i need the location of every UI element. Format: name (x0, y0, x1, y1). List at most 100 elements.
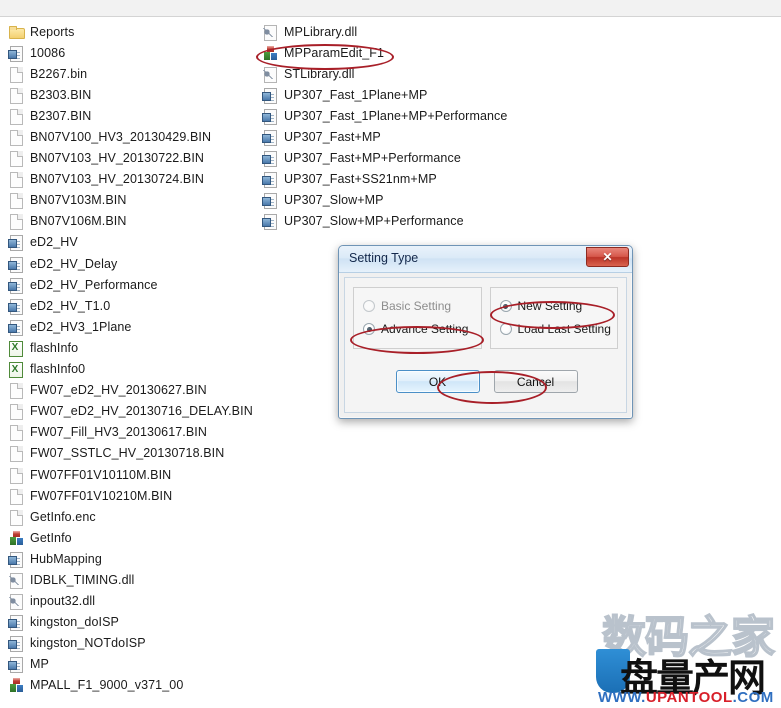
file-list-item[interactable]: B2267.bin (8, 63, 258, 84)
dialog-button-row: OK Cancel (345, 370, 628, 393)
file-name-label: BN07V103_HV_20130724.BIN (30, 172, 205, 187)
file-list-item[interactable]: kingston_NOTdoISP (8, 633, 258, 654)
file-list-item[interactable]: B2303.BIN (8, 84, 258, 105)
file-name-label: MP (30, 657, 49, 672)
file-list-item[interactable]: eD2_HV (8, 232, 258, 253)
file-name-label: GetInfo (30, 530, 72, 545)
file-list-item[interactable]: UP307_Fast+MP+Performance (262, 148, 562, 169)
config-document-icon (8, 45, 24, 62)
file-list-item[interactable]: BN07V106M.BIN (8, 211, 258, 232)
radio-load-last-setting[interactable]: Load Last Setting (499, 322, 611, 336)
file-list-item[interactable]: BN07V100_HV3_20130429.BIN (8, 126, 258, 147)
file-list-item[interactable]: UP307_Slow+MP+Performance (262, 211, 562, 232)
radio-advance-setting-indicator[interactable] (363, 323, 375, 335)
file-name-label: FW07_SSTLC_HV_20130718.BIN (30, 446, 225, 461)
file-list-item[interactable]: eD2_HV_Delay (8, 253, 258, 274)
file-name-label: B2303.BIN (30, 87, 92, 102)
config-document-icon (8, 277, 24, 294)
file-list-item[interactable]: FW07_eD2_HV_20130716_DELAY.BIN (8, 401, 258, 422)
setting-type-dialog: Setting Type ✕ Basic Setting Advance Set… (338, 245, 633, 419)
file-name-label: BN07V103M.BIN (30, 193, 127, 208)
radio-new-setting[interactable]: New Setting (499, 299, 582, 313)
file-list-item[interactable]: UP307_Fast_1Plane+MP (262, 84, 562, 105)
file-name-label: UP307_Slow+MP (284, 193, 384, 208)
file-name-label: flashInfo (30, 340, 79, 355)
dll-icon (262, 66, 278, 83)
file-list-left-column: Reports 10086 B2267.bin B2303.BIN B2307.BIN B… (8, 21, 258, 696)
ok-button[interactable]: OK (395, 370, 480, 393)
config-document-icon (8, 656, 24, 674)
file-list-item[interactable]: BN07V103_HV_20130722.BIN (8, 148, 258, 169)
config-document-icon (262, 192, 278, 210)
blank-page-icon (8, 129, 24, 147)
radio-basic-setting[interactable]: Basic Setting (363, 299, 451, 313)
dialog-title: Setting Type (349, 251, 419, 265)
file-list-item[interactable]: kingston_doISP (8, 612, 258, 633)
radio-new-setting-indicator[interactable] (499, 300, 512, 312)
file-list-item[interactable]: UP307_Fast+MP (262, 126, 562, 147)
file-list-item[interactable]: eD2_HV_Performance (8, 274, 258, 295)
radio-basic-setting-indicator[interactable] (363, 300, 375, 312)
cancel-button[interactable]: Cancel (493, 370, 578, 393)
file-list-item[interactable]: eD2_HV3_1Plane (8, 316, 258, 337)
application-icon (8, 677, 24, 693)
blank-page-icon (8, 509, 24, 526)
file-name-label: FW07FF01V10110M.BIN (30, 467, 172, 482)
config-document-icon (262, 213, 278, 231)
file-name-label: kingston_NOTdoISP (30, 636, 146, 651)
file-name-label: FW07_Fill_HV3_20130617.BIN (30, 425, 208, 440)
config-document-icon (8, 234, 24, 252)
dll-icon (8, 572, 24, 589)
file-list-item[interactable]: FW07FF01V10110M.BIN (8, 464, 258, 485)
config-document-icon (262, 108, 278, 125)
file-list-item[interactable]: FW07_SSTLC_HV_20130718.BIN (8, 443, 258, 464)
file-list-item[interactable]: MP (8, 654, 258, 675)
file-list-item[interactable]: UP307_Fast+SS21nm+MP (262, 169, 562, 190)
file-list-item[interactable]: GetInfo (8, 527, 258, 548)
file-name-label: 10086 (30, 45, 66, 60)
file-name-label: MPALL_F1_9000_v371_00 (30, 678, 184, 693)
file-list-item[interactable]: flashInfo (8, 337, 258, 358)
watermark-url-prefix: WWW. (598, 689, 646, 706)
file-list-item[interactable]: HubMapping (8, 548, 258, 569)
file-list-item[interactable]: IDBLK_TIMING.dll (8, 569, 258, 590)
blank-page-icon (8, 445, 24, 463)
file-list-item[interactable]: FW07FF01V10210M.BIN (8, 485, 258, 506)
close-icon[interactable]: ✕ (586, 247, 629, 267)
file-list-item[interactable]: BN07V103M.BIN (8, 190, 258, 211)
file-list-item[interactable]: UP307_Slow+MP (262, 190, 562, 211)
file-list-item[interactable]: MPLibrary.dll (262, 21, 562, 42)
file-list-item[interactable]: GetInfo.enc (8, 506, 258, 527)
file-list-item[interactable]: MPParamEdit_F1 (262, 42, 562, 63)
radio-advance-setting[interactable]: Advance Setting (363, 322, 468, 336)
explorer-window: Reports 10086 B2267.bin B2303.BIN B2307.BIN B… (0, 0, 781, 708)
file-name-label: kingston_doISP (30, 615, 119, 630)
blank-page-icon (8, 488, 24, 505)
file-list-item[interactable]: 10086 (8, 42, 258, 63)
file-list-item[interactable]: B2307.BIN (8, 105, 258, 126)
file-list-item[interactable]: Reports (8, 21, 258, 42)
application-icon (262, 45, 278, 61)
config-document-icon (262, 150, 278, 168)
blank-page-icon (8, 403, 24, 421)
file-name-label: Reports (30, 24, 75, 39)
file-list-item[interactable]: flashInfo0 (8, 359, 258, 380)
file-list-item[interactable]: FW07_Fill_HV3_20130617.BIN (8, 422, 258, 443)
dialog-title-bar[interactable]: Setting Type ✕ (339, 246, 632, 273)
blank-page-icon (8, 87, 24, 104)
blank-page-icon (8, 213, 24, 231)
radio-load-last-setting-indicator[interactable] (499, 323, 512, 335)
excel-icon (8, 361, 24, 379)
file-name-label: eD2_HV_T1.0 (30, 298, 111, 313)
file-list-item[interactable]: UP307_Fast_1Plane+MP+Performance (262, 105, 562, 126)
file-list-item[interactable]: eD2_HV_T1.0 (8, 295, 258, 316)
file-list-item[interactable]: FW07_eD2_HV_20130627.BIN (8, 380, 258, 401)
file-list-item[interactable]: STLibrary.dll (262, 63, 562, 84)
file-list-right-column: MPLibrary.dll MPParamEdit_F1 STLibrary.dll… (262, 21, 562, 232)
folder-icon (8, 24, 25, 40)
file-list-item[interactable]: MPALL_F1_9000_v371_00 (8, 675, 258, 696)
blank-page-icon (8, 467, 24, 484)
file-list-item[interactable]: BN07V103_HV_20130724.BIN (8, 169, 258, 190)
file-list-item[interactable]: inpout32.dll (8, 591, 258, 612)
file-name-label: GetInfo.enc (30, 509, 96, 524)
